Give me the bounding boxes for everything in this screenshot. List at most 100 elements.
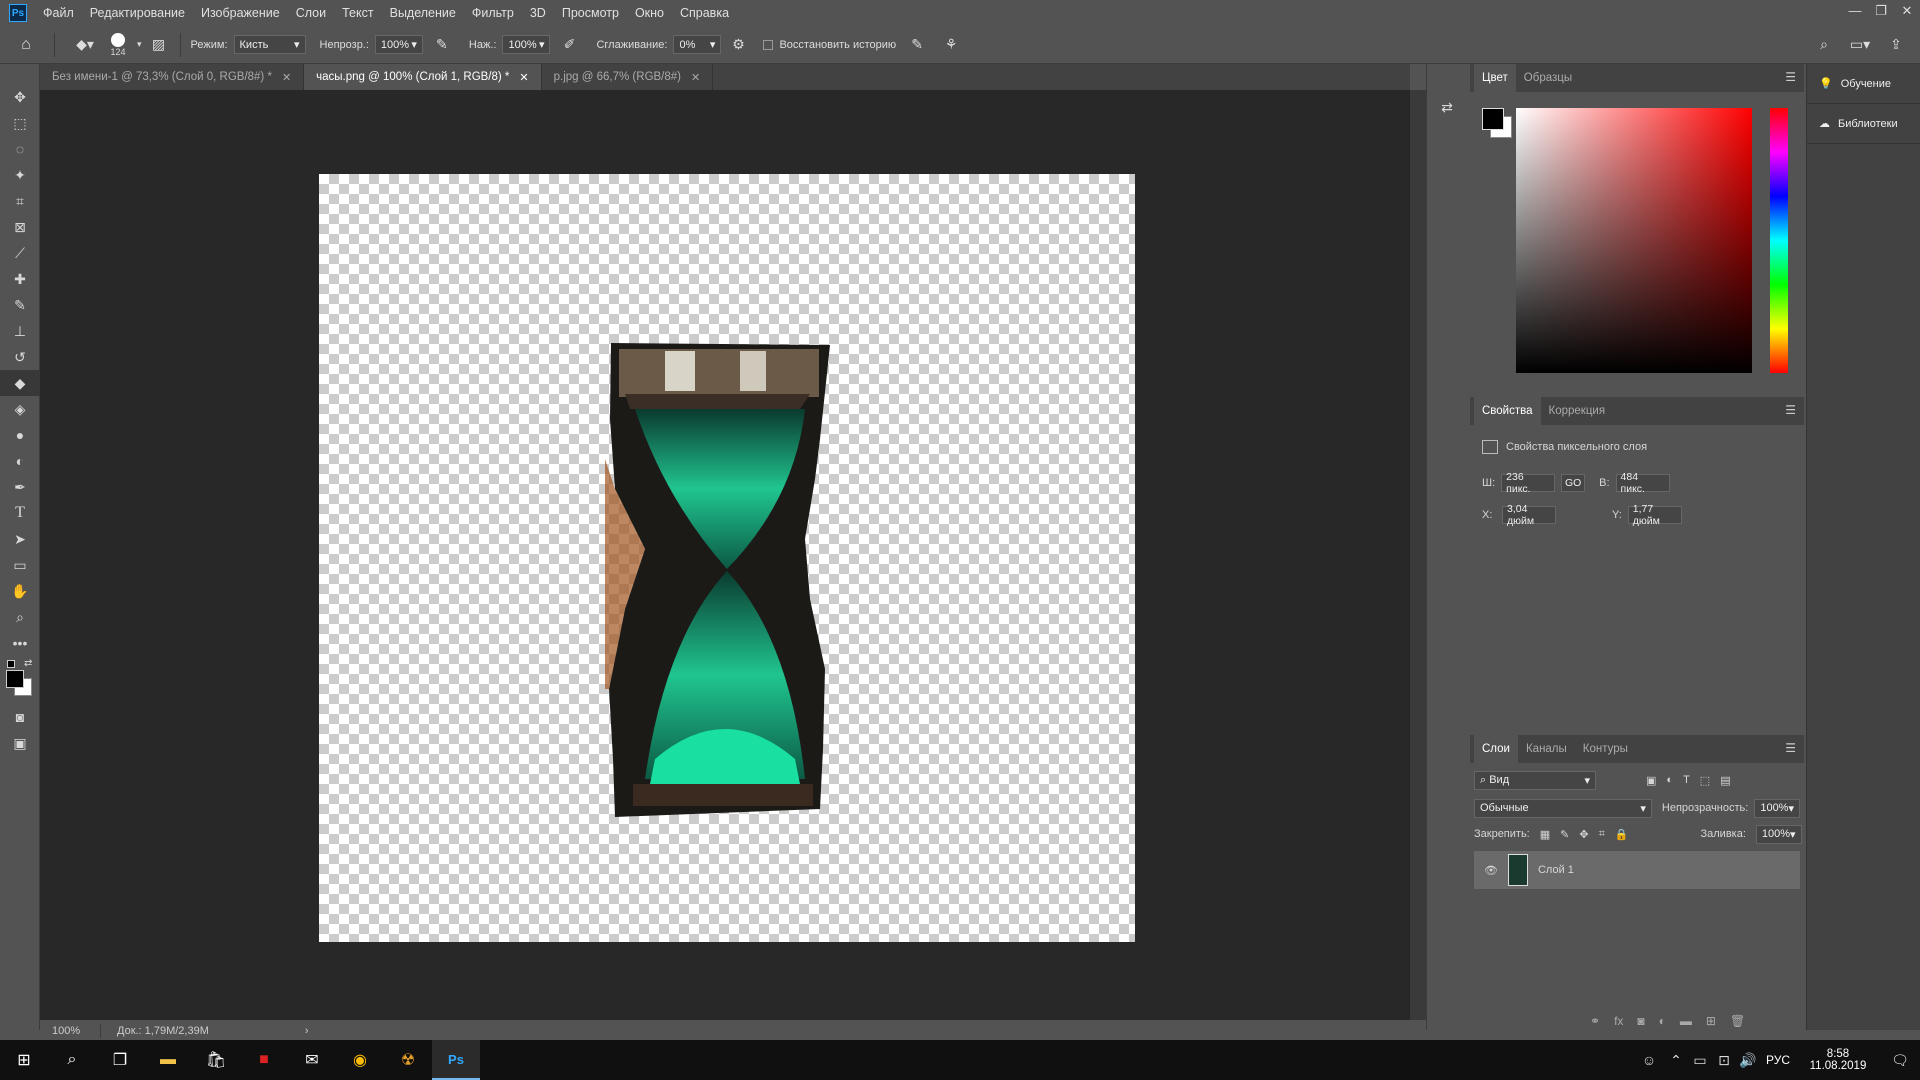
swap-colors-icon[interactable]: ⇄: [24, 658, 32, 669]
move-tool-icon[interactable]: ✥: [0, 84, 40, 110]
panel-menu-icon[interactable]: ☰: [1785, 70, 1796, 84]
pen-tool-icon[interactable]: ✒: [0, 474, 40, 500]
task-view-icon[interactable]: ❐: [96, 1040, 144, 1080]
menu-help[interactable]: Справка: [672, 0, 737, 26]
workspace-icon[interactable]: ▭▾: [1844, 36, 1876, 53]
hand-tool-icon[interactable]: ✋: [0, 578, 40, 604]
pressure-size-icon[interactable]: ✎: [902, 36, 932, 53]
panel-menu-icon[interactable]: ☰: [1785, 741, 1796, 755]
foreground-color-swatch[interactable]: [6, 670, 24, 688]
lock-position-icon[interactable]: ✥: [1579, 828, 1588, 841]
brush-tool-icon[interactable]: ✎: [0, 292, 40, 318]
screen-mode-icon[interactable]: ▣: [0, 730, 40, 756]
path-selection-tool-icon[interactable]: ➤: [0, 526, 40, 552]
store-icon[interactable]: 🛍: [192, 1040, 240, 1080]
brush-chevron-down-icon[interactable]: ▾: [137, 39, 142, 50]
more-tools-icon[interactable]: •••: [0, 630, 40, 656]
network-icon[interactable]: ⊡: [1712, 1052, 1736, 1069]
stamp-tool-icon[interactable]: ⊥: [0, 318, 40, 344]
search-icon[interactable]: ⌕: [1810, 36, 1838, 53]
brush-panel-icon[interactable]: ▨: [148, 36, 170, 53]
menu-filter[interactable]: Фильтр: [464, 0, 522, 26]
foreground-color-chip[interactable]: [1482, 108, 1504, 130]
document-tab[interactable]: p.jpg @ 66,7% (RGB/8#) ✕: [542, 64, 714, 90]
mail-icon[interactable]: ✉: [288, 1040, 336, 1080]
eyedropper-tool-icon[interactable]: ⟋: [0, 240, 40, 266]
tab-layers[interactable]: Слои: [1474, 735, 1518, 763]
menu-text[interactable]: Текст: [334, 0, 381, 26]
lock-all-icon[interactable]: 🔒: [1615, 828, 1629, 841]
filter-pixel-icon[interactable]: ▣: [1646, 774, 1656, 787]
height-input[interactable]: 484 пикс.: [1615, 471, 1670, 495]
close-icon[interactable]: ✕: [282, 71, 291, 84]
zoom-level[interactable]: 100%: [40, 1025, 100, 1037]
menu-edit[interactable]: Редактирование: [82, 0, 193, 26]
close-icon[interactable]: ✕: [691, 71, 700, 84]
lock-transparency-icon[interactable]: ▦: [1540, 828, 1550, 841]
frame-tool-icon[interactable]: ⊠: [0, 214, 40, 240]
language-indicator[interactable]: РУС: [1760, 1053, 1796, 1067]
notifications-icon[interactable]: 🗨: [1880, 1052, 1920, 1069]
tab-paths[interactable]: Контуры: [1575, 735, 1636, 763]
type-tool-icon[interactable]: T: [0, 500, 40, 526]
tab-color[interactable]: Цвет: [1474, 64, 1516, 92]
zoom-tool-icon[interactable]: ⌕: [0, 604, 40, 630]
menu-select[interactable]: Выделение: [382, 0, 464, 26]
menu-layers[interactable]: Слои: [288, 0, 334, 26]
new-adjustment-icon[interactable]: ◐: [1659, 1014, 1666, 1028]
menu-image[interactable]: Изображение: [193, 0, 288, 26]
brush-size-picker[interactable]: 124: [105, 32, 131, 57]
tab-adjustments[interactable]: Коррекция: [1541, 397, 1614, 425]
link-dimensions-button[interactable]: GO: [1561, 474, 1586, 492]
restore-history-checkbox[interactable]: [763, 39, 774, 50]
menu-view[interactable]: Просмотр: [554, 0, 627, 26]
person-icon[interactable]: ☺: [1634, 1052, 1664, 1068]
mode-select[interactable]: Кисть ▾: [233, 35, 306, 54]
restore-icon[interactable]: ❐: [1868, 0, 1894, 22]
layer-row[interactable]: 👁 Слой 1: [1474, 851, 1800, 889]
home-icon[interactable]: ⌂: [14, 36, 38, 54]
filter-shape-icon[interactable]: ⬚: [1700, 774, 1710, 787]
opacity-input[interactable]: 100% ▾: [374, 35, 423, 54]
share-icon[interactable]: ⇪: [1882, 36, 1910, 53]
filter-smart-object-icon[interactable]: ▤: [1720, 774, 1730, 787]
panel-menu-icon[interactable]: ☰: [1785, 403, 1796, 417]
healing-brush-tool-icon[interactable]: ✚: [0, 266, 40, 292]
battery-icon[interactable]: ▭: [1688, 1052, 1712, 1069]
radiation-app-icon[interactable]: ☢: [384, 1040, 432, 1080]
red-app-icon[interactable]: ■: [240, 1040, 288, 1080]
tab-swatches[interactable]: Образцы: [1516, 64, 1580, 92]
new-layer-icon[interactable]: ⊞: [1706, 1014, 1716, 1028]
trash-icon[interactable]: 🗑: [1730, 1014, 1745, 1028]
y-input[interactable]: 1,77 дюйм: [1627, 503, 1682, 527]
x-input[interactable]: 3,04 дюйм: [1502, 503, 1556, 527]
chevron-up-icon[interactable]: ⌃: [1664, 1052, 1688, 1069]
crop-tool-icon[interactable]: ⌗: [0, 188, 40, 214]
lasso-tool-icon[interactable]: ◌: [0, 136, 40, 162]
vertical-scrollbar[interactable]: [1410, 90, 1426, 1020]
document-tab-active[interactable]: часы.png @ 100% (Слой 1, RGB/8) * ✕: [304, 64, 542, 90]
history-panel-icon[interactable]: ⇄: [1427, 94, 1467, 120]
fx-icon[interactable]: fx: [1614, 1014, 1623, 1028]
filter-adjustment-icon[interactable]: ◐: [1666, 774, 1673, 786]
eye-visibility-icon[interactable]: 👁: [1484, 864, 1498, 877]
magic-wand-tool-icon[interactable]: ✦: [0, 162, 40, 188]
lock-artboard-icon[interactable]: ⌗: [1599, 828, 1605, 841]
layer-opacity-input[interactable]: 100% ▾: [1754, 798, 1800, 818]
file-explorer-icon[interactable]: ▬: [144, 1040, 192, 1080]
symmetry-butterfly-icon[interactable]: ⚘: [938, 36, 964, 53]
marquee-tool-icon[interactable]: ⬚: [0, 110, 40, 136]
dodge-tool-icon[interactable]: ◐: [0, 448, 40, 474]
lock-pixels-icon[interactable]: ✎: [1560, 828, 1569, 841]
clock[interactable]: 8:58 11.08.2019: [1796, 1048, 1880, 1072]
hue-slider[interactable]: [1770, 108, 1788, 373]
pressure-opacity-icon[interactable]: ✎: [429, 36, 455, 53]
quick-mask-icon[interactable]: ◙: [0, 704, 40, 730]
blur-tool-icon[interactable]: ●: [0, 422, 40, 448]
filter-type-icon[interactable]: T: [1683, 774, 1690, 786]
chrome-icon[interactable]: ◉: [336, 1040, 384, 1080]
airbrush-icon[interactable]: ✐: [556, 36, 582, 53]
blend-mode-select[interactable]: Обычные ▾: [1474, 798, 1652, 818]
eraser-tool-preset-icon[interactable]: ◆▾: [71, 36, 99, 53]
width-input[interactable]: 236 пикс.: [1501, 471, 1556, 495]
